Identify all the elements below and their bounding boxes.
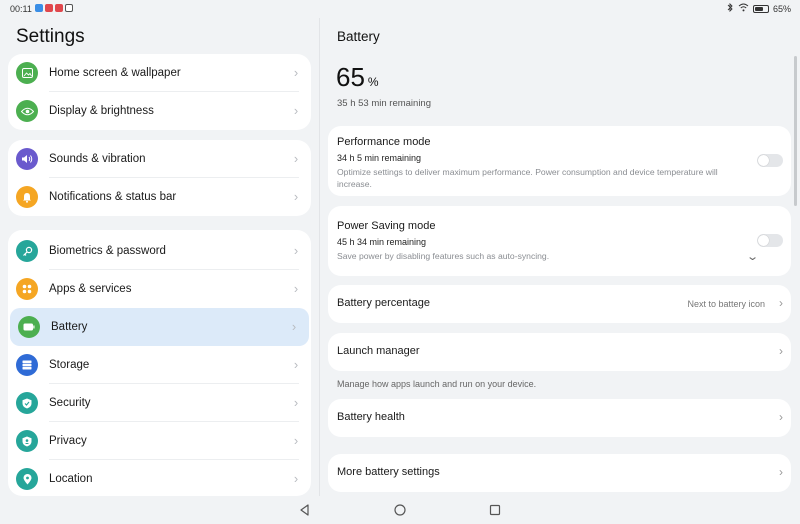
sidebar-item-label: Sounds & vibration [49, 153, 146, 165]
chevron-right-icon: › [293, 103, 299, 118]
sidebar-item-apps[interactable]: Apps & services › [8, 270, 311, 308]
battery-health-row[interactable]: Battery health › [328, 399, 791, 437]
location-icon [16, 468, 38, 490]
chevron-down-icon[interactable]: ⌄ [746, 250, 759, 263]
performance-mode-card[interactable]: Performance mode 34 h 5 min remaining Op… [328, 126, 791, 196]
battery-percentage-value: Next to battery icon [687, 299, 765, 309]
sidebar-item-label: Notifications & status bar [49, 191, 177, 203]
battery-percentage-display: 65% [336, 62, 379, 93]
sidebar-item-label: Privacy [49, 435, 87, 447]
battery-percentage-title: Battery percentage [337, 297, 430, 309]
chevron-right-icon: › [293, 189, 299, 204]
sidebar-item-biometrics[interactable]: Biometrics & password › [8, 232, 311, 270]
sidebar-item-label: Storage [49, 359, 90, 371]
battery-health-title: Battery health [337, 411, 405, 423]
image-icon [16, 62, 38, 84]
chevron-right-icon: › [293, 357, 299, 372]
sidebar-item-label: Home screen & wallpaper [49, 67, 181, 79]
detail-title: Battery [337, 29, 380, 44]
performance-mode-description: Optimize settings to deliver maximum per… [337, 167, 718, 189]
notification-icons [35, 4, 73, 12]
chevron-right-icon: › [293, 65, 299, 80]
system-navigation-bar [0, 496, 800, 524]
battery-remaining-time: 35 h 53 min remaining [337, 98, 431, 109]
battery-percent-unit: % [367, 75, 379, 89]
chevron-right-icon: › [291, 319, 297, 334]
scrollbar[interactable] [794, 56, 797, 206]
settings-group: Sounds & vibration › Notifications & sta… [8, 140, 311, 216]
chevron-right-icon: › [293, 433, 299, 448]
notification-icon [65, 4, 73, 12]
battery-status-icon [752, 4, 769, 13]
launch-manager-row[interactable]: Launch manager › [328, 333, 791, 371]
chevron-right-icon: › [293, 395, 299, 410]
chevron-right-icon: › [779, 296, 783, 310]
chevron-right-icon: › [293, 243, 299, 258]
performance-mode-remaining: 34 h 5 min remaining [337, 153, 422, 163]
sidebar-item-home-screen[interactable]: Home screen & wallpaper › [8, 54, 311, 92]
recents-button[interactable] [487, 502, 503, 518]
chevron-right-icon: › [779, 465, 783, 479]
storage-icon [16, 354, 38, 376]
sidebar-item-sounds[interactable]: Sounds & vibration › [8, 140, 311, 178]
settings-group: Home screen & wallpaper › Display & brig… [8, 54, 311, 130]
chevron-right-icon: › [293, 281, 299, 296]
home-circle-icon [394, 504, 406, 516]
key-icon [16, 240, 38, 262]
chevron-right-icon: › [293, 471, 299, 486]
sidebar-item-storage[interactable]: Storage › [8, 346, 311, 384]
sidebar-item-label: Battery [51, 321, 88, 333]
sidebar-item-location[interactable]: Location › [8, 460, 311, 496]
eye-icon [16, 100, 38, 122]
battery-detail-pane: Battery 65% 35 h 53 min remaining Perfor… [320, 18, 800, 496]
sidebar-item-notifications[interactable]: Notifications & status bar › [8, 178, 311, 216]
home-button[interactable] [392, 502, 408, 518]
sidebar-item-label: Apps & services [49, 283, 132, 295]
sidebar-item-label: Biometrics & password [49, 245, 166, 257]
performance-mode-title: Performance mode [337, 136, 431, 148]
shield-icon [16, 392, 38, 414]
wifi-icon [738, 3, 749, 14]
power-saving-mode-title: Power Saving mode [337, 220, 436, 232]
sidebar-item-label: Security [49, 397, 91, 409]
chevron-right-icon: › [779, 344, 783, 358]
launch-manager-note: Manage how apps launch and run on your d… [337, 379, 537, 389]
sidebar-item-display[interactable]: Display & brightness › [8, 92, 311, 130]
chevron-right-icon: › [779, 410, 783, 424]
back-triangle-icon [300, 504, 309, 516]
more-battery-settings-title: More battery settings [337, 466, 440, 478]
settings-group: Biometrics & password › Apps & services … [8, 230, 311, 496]
power-saving-mode-card[interactable]: Power Saving mode 45 h 34 min remaining … [328, 206, 791, 276]
chevron-right-icon: › [293, 151, 299, 166]
status-bar: 00:11 65% [0, 0, 800, 18]
power-saving-mode-toggle[interactable] [757, 234, 783, 247]
status-time: 00:11 [10, 4, 32, 14]
recents-square-icon [489, 504, 501, 516]
speaker-icon [16, 148, 38, 170]
more-battery-settings-row[interactable]: More battery settings › [328, 454, 791, 492]
sidebar-item-battery[interactable]: Battery › [10, 308, 309, 346]
back-button[interactable] [297, 502, 313, 518]
notification-icon [55, 4, 63, 12]
grid-icon [16, 278, 38, 300]
battery-percent-text: 65% [772, 3, 791, 14]
settings-sidebar: Settings Home screen & wallpaper › Displ… [0, 18, 320, 496]
notification-icon [35, 4, 43, 12]
notification-icon [45, 4, 53, 12]
sidebar-item-label: Location [49, 473, 93, 485]
power-saving-mode-description: Save power by disabling features such as… [337, 251, 550, 261]
battery-percentage-row[interactable]: Battery percentage Next to battery icon … [328, 285, 791, 323]
battery-icon [18, 316, 40, 338]
privacy-icon [16, 430, 38, 452]
bell-icon [16, 186, 38, 208]
page-title: Settings [16, 26, 85, 47]
sidebar-item-privacy[interactable]: Privacy › [8, 422, 311, 460]
performance-mode-toggle[interactable] [757, 154, 783, 167]
sidebar-item-label: Display & brightness [49, 105, 154, 117]
battery-percent-value: 65 [336, 62, 365, 92]
launch-manager-title: Launch manager [337, 345, 420, 357]
sidebar-item-security[interactable]: Security › [8, 384, 311, 422]
power-saving-mode-remaining: 45 h 34 min remaining [337, 237, 427, 247]
bluetooth-icon [727, 2, 734, 14]
